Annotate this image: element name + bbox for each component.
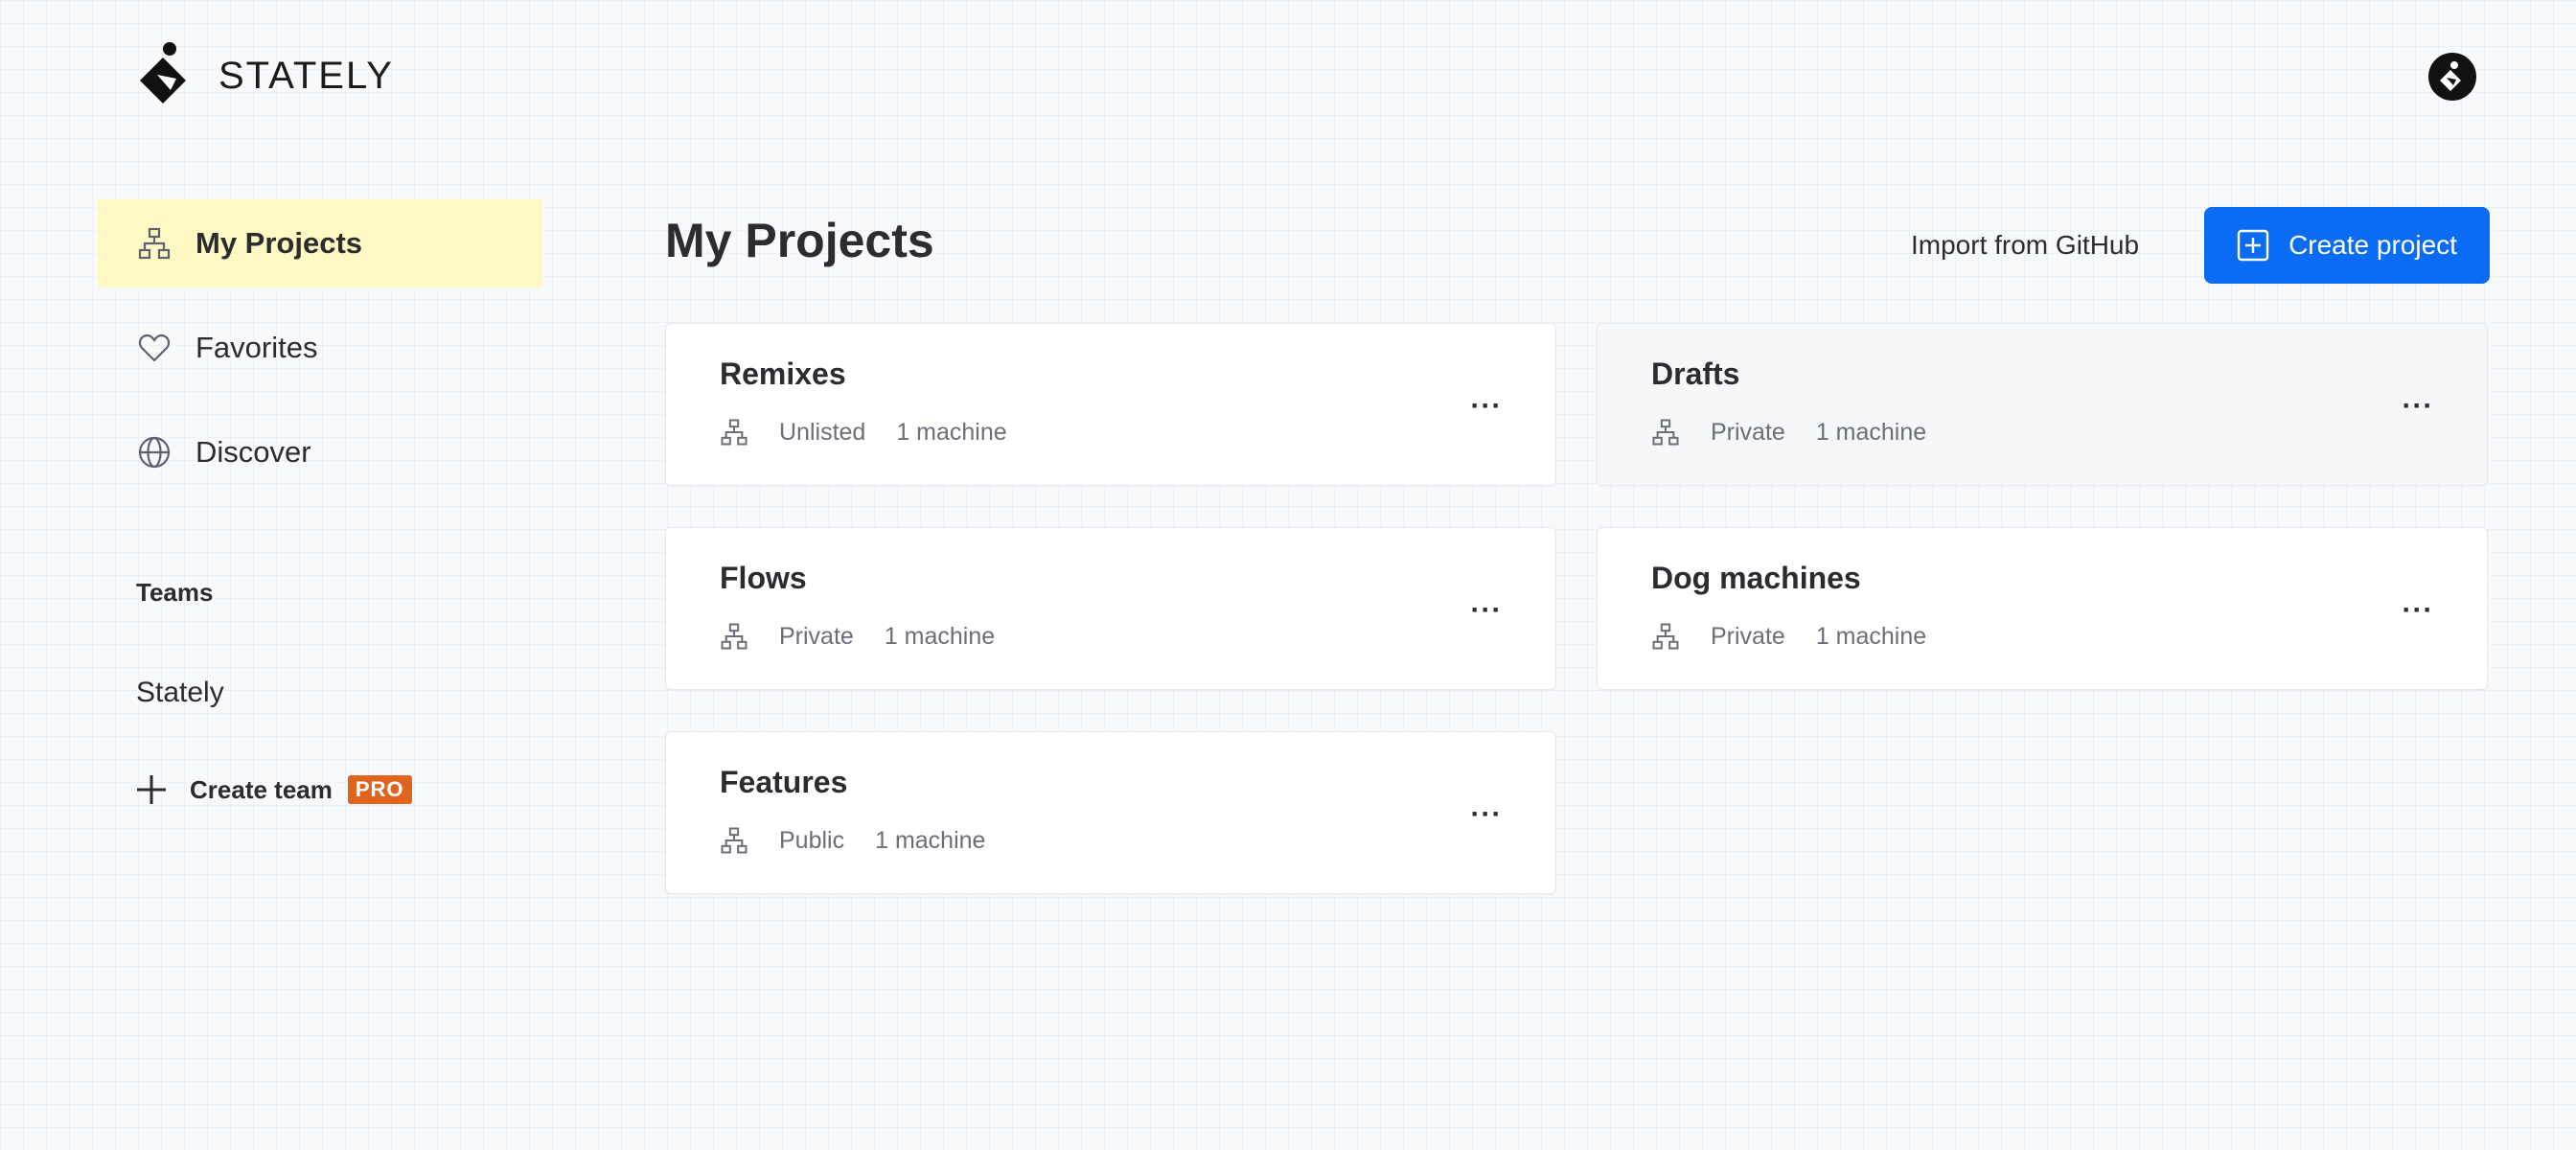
teams-heading: Teams bbox=[136, 578, 214, 607]
hierarchy-icon bbox=[720, 826, 748, 855]
create-team-button[interactable]: Create team PRO bbox=[134, 772, 412, 807]
project-title: Flows bbox=[720, 561, 807, 595]
project-card-dog-machines[interactable]: Dog machines Private 1 machine ··· bbox=[1597, 527, 2488, 690]
project-card-flows[interactable]: Flows Private 1 machine ··· bbox=[665, 527, 1556, 690]
more-options-button[interactable]: ··· bbox=[1467, 591, 1506, 630]
sidebar-item-favorites[interactable]: Favorites bbox=[98, 304, 542, 392]
project-visibility: Public bbox=[779, 826, 845, 854]
page: STATELY My Projects Favorites Discover T… bbox=[0, 0, 2576, 1150]
project-meta: Unlisted 1 machine bbox=[720, 418, 1007, 447]
avatar[interactable] bbox=[2428, 53, 2476, 101]
project-title: Dog machines bbox=[1651, 561, 1861, 595]
heart-icon bbox=[136, 330, 172, 366]
project-title: Remixes bbox=[720, 356, 846, 391]
hierarchy-icon bbox=[136, 225, 172, 262]
sidebar-item-label: Discover bbox=[196, 435, 311, 469]
more-options-button[interactable]: ··· bbox=[1467, 795, 1506, 834]
more-options-button[interactable]: ··· bbox=[2399, 591, 2437, 630]
team-item-stately[interactable]: Stately bbox=[136, 677, 224, 709]
sidebar: My Projects Favorites Discover bbox=[98, 199, 542, 513]
stately-logo-icon bbox=[140, 42, 186, 104]
project-visibility: Private bbox=[779, 622, 854, 650]
create-project-button[interactable]: Create project bbox=[2204, 207, 2490, 284]
project-machine-count: 1 machine bbox=[1815, 418, 1927, 446]
sidebar-item-label: My Projects bbox=[196, 226, 363, 260]
pro-badge: PRO bbox=[347, 775, 412, 804]
hierarchy-icon bbox=[720, 418, 748, 447]
project-visibility: Unlisted bbox=[779, 418, 866, 446]
create-team-label: Create team bbox=[190, 774, 333, 804]
sidebar-item-my-projects[interactable]: My Projects bbox=[98, 199, 542, 288]
project-meta: Private 1 machine bbox=[720, 622, 995, 651]
stately-logo[interactable]: STATELY bbox=[138, 40, 394, 111]
hierarchy-icon bbox=[1651, 622, 1680, 651]
hierarchy-icon bbox=[1651, 418, 1680, 447]
project-machine-count: 1 machine bbox=[896, 418, 1007, 446]
globe-icon bbox=[136, 434, 172, 471]
project-card-features[interactable]: Features Public 1 machine ··· bbox=[665, 731, 1556, 894]
project-card-drafts[interactable]: Drafts Private 1 machine ··· bbox=[1597, 323, 2488, 486]
plus-icon bbox=[137, 775, 166, 804]
project-machine-count: 1 machine bbox=[875, 826, 986, 854]
plus-square-icon bbox=[2237, 229, 2269, 262]
project-meta: Public 1 machine bbox=[720, 826, 985, 855]
project-visibility: Private bbox=[1711, 622, 1785, 650]
project-meta: Private 1 machine bbox=[1651, 418, 1926, 447]
brand-name: STATELY bbox=[218, 54, 394, 97]
import-from-github-button[interactable]: Import from GitHub bbox=[1894, 207, 2156, 284]
create-project-label: Create project bbox=[2288, 230, 2457, 260]
page-title: My Projects bbox=[665, 214, 934, 267]
sidebar-item-label: Favorites bbox=[196, 331, 318, 364]
project-machine-count: 1 machine bbox=[884, 622, 996, 650]
project-meta: Private 1 machine bbox=[1651, 622, 1926, 651]
more-options-button[interactable]: ··· bbox=[2399, 387, 2437, 426]
more-options-button[interactable]: ··· bbox=[1467, 387, 1506, 426]
hierarchy-icon bbox=[720, 622, 748, 651]
project-machine-count: 1 machine bbox=[1815, 622, 1927, 650]
sidebar-item-discover[interactable]: Discover bbox=[98, 408, 542, 496]
project-title: Features bbox=[720, 765, 848, 799]
stately-avatar-icon bbox=[2440, 61, 2461, 91]
project-visibility: Private bbox=[1711, 418, 1785, 446]
project-card-remixes[interactable]: Remixes Unlisted 1 machine ··· bbox=[665, 323, 1556, 486]
project-title: Drafts bbox=[1651, 356, 1740, 391]
